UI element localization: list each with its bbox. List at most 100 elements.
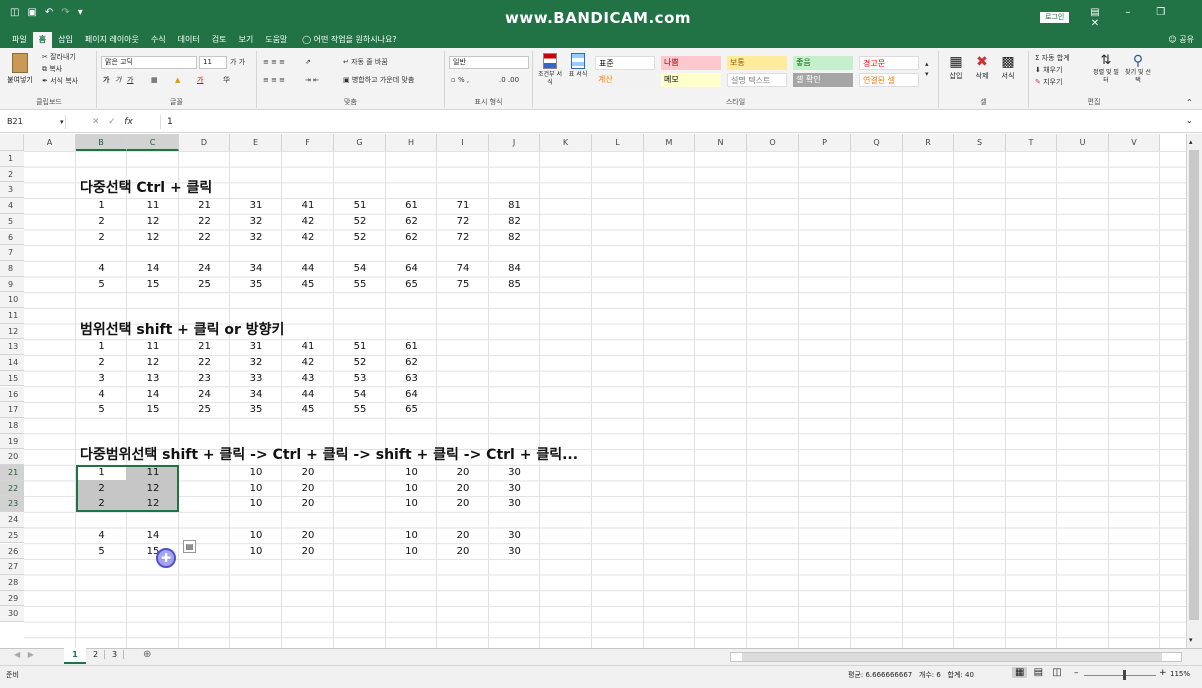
row-header-6[interactable]: 6 [0, 229, 24, 246]
cell-i22[interactable]: 20 [437, 481, 489, 496]
row-header-7[interactable]: 7 [0, 245, 24, 261]
row-header-19[interactable]: 19 [0, 433, 24, 450]
cell-c15[interactable]: 13 [127, 371, 179, 386]
cell-e26[interactable]: 10 [230, 544, 282, 559]
cell-j23[interactable]: 30 [489, 496, 540, 511]
cell-c21[interactable]: 11 [127, 465, 179, 480]
column-header-q[interactable]: Q [851, 134, 903, 151]
cell-i21[interactable]: 20 [437, 465, 489, 480]
cancel-icon[interactable]: ✕ [92, 117, 100, 127]
cell-f13[interactable]: 41 [282, 339, 334, 354]
cell-c17[interactable]: 15 [127, 402, 179, 417]
indent-icon[interactable]: ⇥ ⇤ [305, 75, 319, 85]
delete-cells-button[interactable]: ✖ 삭제 [971, 53, 993, 81]
number-format-select[interactable]: 일반 [449, 56, 529, 69]
row-header-28[interactable]: 28 [0, 574, 24, 591]
cell-style-1[interactable]: 표준 [595, 56, 655, 70]
cell-b8[interactable]: 4 [76, 261, 127, 276]
column-header-p[interactable]: P [799, 134, 851, 151]
cell-h8[interactable]: 64 [386, 261, 437, 276]
font-grow-icon[interactable]: 가 가 [230, 57, 245, 67]
tab-page-layout[interactable]: 페이지 레이아웃 [79, 32, 145, 48]
cell-b15[interactable]: 3 [76, 371, 127, 386]
undo-icon[interactable]: ↶ [45, 7, 53, 18]
bold-button[interactable]: 가 [103, 75, 109, 85]
cell-g15[interactable]: 53 [334, 371, 386, 386]
fx-icon[interactable]: fx [124, 117, 133, 127]
cell-h26[interactable]: 10 [386, 544, 437, 559]
column-header-s[interactable]: S [954, 134, 1006, 151]
cell-j26[interactable]: 30 [489, 544, 540, 559]
cell-style-9[interactable]: 셀 확인 [793, 73, 853, 87]
cell-d17[interactable]: 25 [179, 402, 230, 417]
cell-style-7[interactable]: 메모 [661, 73, 721, 87]
cell-c5[interactable]: 12 [127, 214, 179, 229]
column-header-h[interactable]: H [386, 134, 437, 151]
tab-insert[interactable]: 삽입 [52, 32, 79, 48]
login-button[interactable]: 로그인 [1040, 12, 1070, 23]
row-header-22[interactable]: 22 [0, 480, 24, 497]
cell-g8[interactable]: 54 [334, 261, 386, 276]
zoom-slider[interactable] [1084, 675, 1156, 676]
tab-home[interactable]: 홈 [32, 32, 53, 48]
cell-h5[interactable]: 62 [386, 214, 437, 229]
cell-h9[interactable]: 65 [386, 277, 437, 292]
cell-e23[interactable]: 10 [230, 496, 282, 511]
cell-e8[interactable]: 34 [230, 261, 282, 276]
cell-b22[interactable]: 2 [76, 481, 127, 496]
zoom-out-icon[interactable]: – [1074, 668, 1079, 678]
conditional-format-button[interactable]: 조건부 서식 [537, 53, 563, 87]
tab-data[interactable]: 데이터 [172, 32, 206, 48]
cell-c4[interactable]: 11 [127, 198, 179, 213]
cell-h23[interactable]: 10 [386, 496, 437, 511]
cell-g4[interactable]: 51 [334, 198, 386, 213]
tell-me-box[interactable]: ◯ 어떤 작업을 원하시나요? [296, 32, 402, 48]
cell-b26[interactable]: 5 [76, 544, 127, 559]
cell-d14[interactable]: 22 [179, 355, 230, 370]
cell-g6[interactable]: 52 [334, 230, 386, 245]
row-header-29[interactable]: 29 [0, 590, 24, 607]
column-header-g[interactable]: G [334, 134, 386, 151]
cell-style-3[interactable]: 보통 [727, 56, 787, 70]
cell-h15[interactable]: 63 [386, 371, 437, 386]
cell-d15[interactable]: 23 [179, 371, 230, 386]
cell-g14[interactable]: 52 [334, 355, 386, 370]
cell-f25[interactable]: 20 [282, 528, 334, 543]
cut-button[interactable]: ✂ 잘라내기 [42, 52, 76, 62]
minimize-button[interactable]: – [1113, 7, 1143, 18]
row-header-27[interactable]: 27 [0, 559, 24, 575]
cell-h4[interactable]: 61 [386, 198, 437, 213]
column-header-o[interactable]: O [747, 134, 799, 151]
cell-e4[interactable]: 31 [230, 198, 282, 213]
cell-i8[interactable]: 74 [437, 261, 489, 276]
cell-e9[interactable]: 35 [230, 277, 282, 292]
cell-j22[interactable]: 30 [489, 481, 540, 496]
row-header-25[interactable]: 25 [0, 527, 24, 544]
column-header-b[interactable]: B [76, 134, 127, 151]
cell-d9[interactable]: 25 [179, 277, 230, 292]
cell-f23[interactable]: 20 [282, 496, 334, 511]
scroll-up-icon[interactable]: ▴ [1189, 138, 1193, 146]
cell-i5[interactable]: 72 [437, 214, 489, 229]
zoom-level[interactable]: 115% [1170, 670, 1190, 678]
row-header-5[interactable]: 5 [0, 213, 24, 230]
vertical-scroll-thumb[interactable] [1189, 150, 1199, 620]
cell-e16[interactable]: 34 [230, 387, 282, 402]
format-painter-button[interactable]: ✒ 서식 복사 [42, 76, 78, 86]
column-header-a[interactable]: A [24, 134, 76, 151]
excel-save-icon[interactable]: ▣ [27, 7, 36, 18]
scroll-down-icon[interactable]: ▾ [1189, 636, 1193, 644]
font-size-select[interactable]: 11 [199, 56, 227, 69]
tab-help[interactable]: 도움말 [259, 32, 293, 48]
row-header-20[interactable]: 20 [0, 449, 24, 465]
cell-c25[interactable]: 14 [127, 528, 179, 543]
enter-icon[interactable]: ✓ [108, 117, 116, 127]
cell-i26[interactable]: 20 [437, 544, 489, 559]
cell-style-2[interactable]: 나쁨 [661, 56, 721, 70]
cell-e13[interactable]: 31 [230, 339, 282, 354]
cell-j5[interactable]: 82 [489, 214, 540, 229]
cell-c13[interactable]: 11 [127, 339, 179, 354]
cell-c8[interactable]: 14 [127, 261, 179, 276]
cell-j6[interactable]: 82 [489, 230, 540, 245]
border-icon[interactable]: ▦ [151, 75, 158, 85]
